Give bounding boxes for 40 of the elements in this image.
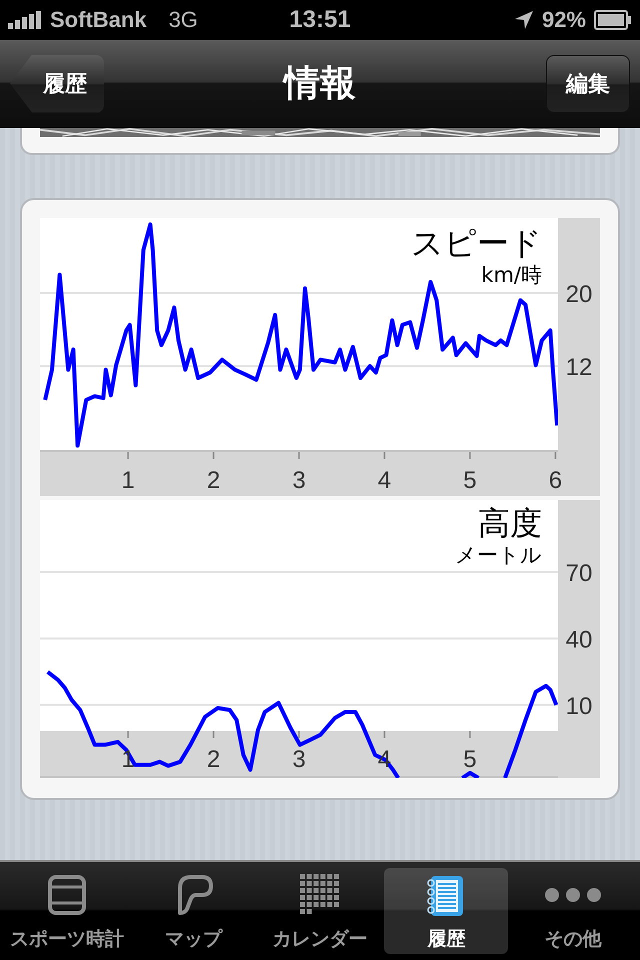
tab-item[interactable]: スポーツ時計: [5, 868, 130, 954]
battery-icon: [594, 10, 632, 30]
x-tick-label: 4: [378, 467, 392, 494]
y-tick-label: 12: [566, 354, 592, 382]
tab-label: スポーツ時計: [10, 928, 124, 952]
network-type: 3G: [168, 7, 198, 33]
status-time: 13:51: [289, 6, 351, 34]
x-tick-label: 2: [206, 746, 220, 773]
y-axis-unit: メートル: [455, 543, 542, 567]
x-tick-label: 2: [206, 467, 220, 494]
edit-button[interactable]: 編集: [546, 54, 630, 112]
tab-label: その他: [544, 928, 602, 952]
x-tick-label: 1: [121, 467, 135, 494]
back-button[interactable]: 履歴: [10, 54, 104, 112]
panel-icon: [47, 874, 88, 916]
grid-icon: [300, 874, 340, 916]
x-tick-label: 5: [463, 746, 477, 773]
chart-title: 高度: [478, 504, 542, 542]
tab-label: マップ: [165, 928, 222, 952]
tab-label: カレンダー: [272, 928, 368, 952]
tab-item[interactable]: カレンダー: [258, 868, 382, 954]
signal-icon: [8, 11, 42, 29]
x-tick-label: 3: [292, 746, 306, 773]
nav-title: 情報: [284, 62, 356, 106]
x-tick-label: 5: [463, 467, 477, 494]
battery-percent: 92%: [542, 7, 586, 33]
carrier-name: SoftBank: [50, 7, 147, 33]
chart-title: スピード: [411, 224, 542, 262]
tab-item[interactable]: その他: [510, 868, 635, 954]
y-tick-label: 20: [566, 280, 592, 308]
tab-item[interactable]: 履歴: [384, 868, 508, 954]
y-tick-label: 40: [566, 626, 592, 654]
tab-label: 履歴: [427, 928, 466, 952]
y-axis-unit: km/時: [481, 263, 542, 287]
y-tick-label: 10: [566, 692, 592, 720]
y-tick-label: 70: [566, 560, 592, 587]
x-tick-label: 3: [292, 467, 306, 494]
x-tick-label: 6: [548, 467, 562, 494]
location-arrow-icon: [514, 10, 534, 30]
tab-item[interactable]: マップ: [132, 868, 256, 954]
